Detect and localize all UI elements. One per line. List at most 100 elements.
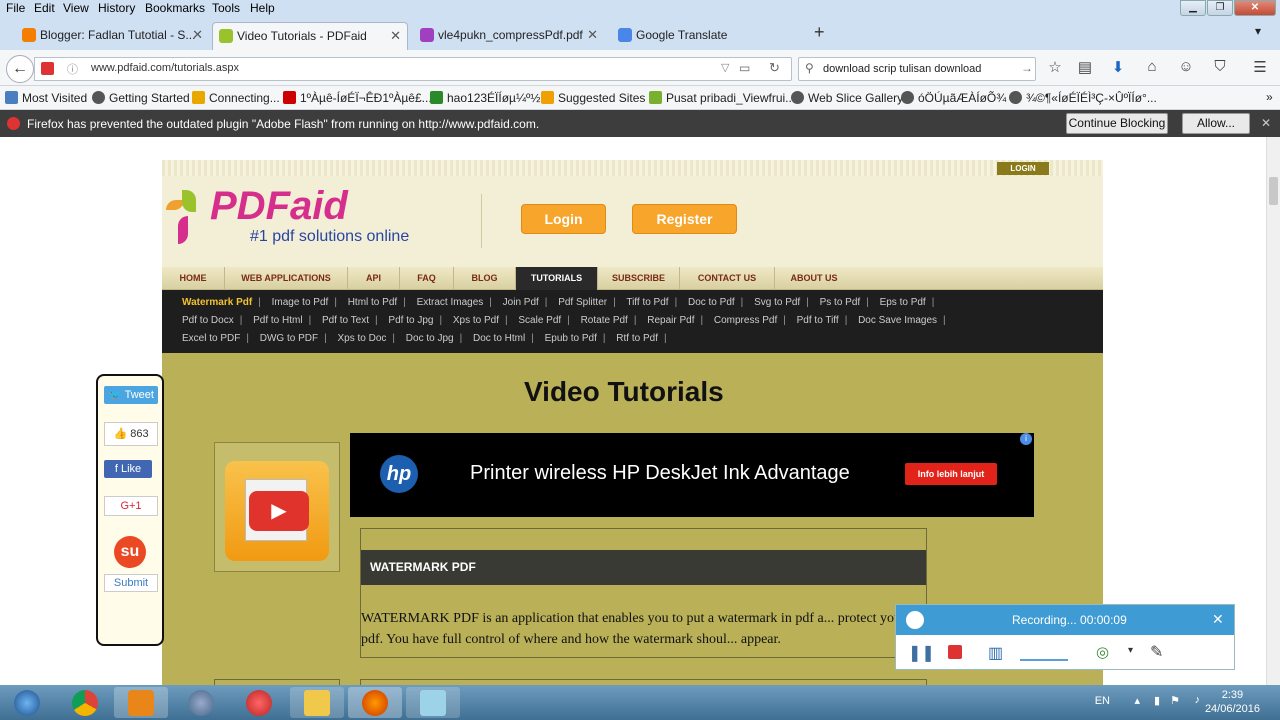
tab-close-icon[interactable]: ✕ — [192, 22, 203, 48]
sub-nav-link[interactable]: Eps to Pdf — [880, 297, 926, 308]
back-button[interactable]: ← — [6, 55, 34, 83]
menu-history[interactable]: History — [98, 1, 135, 15]
sub-nav-link[interactable]: Rotate Pdf — [581, 315, 628, 326]
sub-nav-link[interactable]: Rtf to Pdf — [616, 333, 658, 344]
sub-nav-link[interactable]: Ps to Pdf — [820, 297, 861, 308]
menu-file[interactable]: File — [6, 1, 25, 15]
taskbar-app[interactable] — [348, 687, 402, 718]
url-bar[interactable]: ⓘ www.pdfaid.com/tutorials.aspx ▽ ▭ ↻ — [34, 57, 792, 81]
volume-slider[interactable] — [1020, 643, 1068, 661]
bookmark-item[interactable]: Getting Started — [92, 91, 190, 105]
bookmark-item[interactable]: Connecting... — [192, 91, 280, 105]
menu-bookmarks[interactable]: Bookmarks — [145, 1, 205, 15]
pocket-icon[interactable]: ⛉ — [1210, 58, 1230, 75]
clock[interactable]: 2:39 24/06/2016 — [1205, 688, 1260, 716]
taskbar-app[interactable] — [58, 687, 112, 718]
gplus-button[interactable]: G+1 — [104, 496, 158, 516]
new-tab-icon[interactable]: + — [814, 22, 825, 43]
nav-about-us[interactable]: ABOUT US — [775, 267, 853, 290]
sub-nav-link[interactable]: Pdf to Text — [322, 315, 369, 326]
facebook-like-button[interactable]: f Like — [104, 460, 152, 478]
close-icon[interactable]: ✕ — [1261, 116, 1271, 130]
dropdown-icon[interactable]: ▽ — [721, 61, 729, 74]
sub-nav-link[interactable]: Pdf Splitter — [558, 297, 607, 308]
sub-nav-link[interactable]: Excel to PDF — [182, 333, 240, 344]
tab-list-icon[interactable]: ▾ — [1255, 24, 1261, 38]
bookmark-star-icon[interactable]: ☆ — [1045, 58, 1065, 76]
bookmark-item[interactable]: Pusat pribadi_Viewfrui... — [649, 91, 795, 105]
sub-nav-link[interactable]: Xps to Pdf — [453, 315, 499, 326]
login-button[interactable]: Login — [521, 204, 606, 234]
downloads-icon[interactable]: ⬇ — [1108, 58, 1128, 76]
nav-faq[interactable]: FAQ — [400, 267, 454, 290]
menu-edit[interactable]: Edit — [34, 1, 55, 15]
taskbar-app[interactable] — [290, 687, 344, 718]
menu-help[interactable]: Help — [250, 1, 275, 15]
search-text[interactable]: download scrip tulisan download — [823, 63, 981, 75]
sub-nav-link[interactable]: Pdf to Jpg — [388, 315, 433, 326]
page-scrollbar[interactable] — [1266, 137, 1280, 685]
sub-nav-link[interactable]: Pdf to Html — [253, 315, 302, 326]
network-icon[interactable]: ▮ — [1154, 694, 1160, 707]
nav-api[interactable]: API — [348, 267, 400, 290]
search-go-icon[interactable]: → — [1021, 61, 1033, 75]
continue-blocking-button[interactable]: Continue Blocking — [1066, 113, 1168, 134]
sub-nav-link[interactable]: DWG to PDF — [260, 333, 318, 344]
ad-info-button[interactable]: Info lebih lanjut — [905, 463, 997, 485]
chevron-right-icon[interactable]: » — [1266, 90, 1273, 104]
search-input[interactable]: ⚲ download scrip tulisan download → — [798, 57, 1036, 81]
sub-nav-link[interactable]: Repair Pdf — [647, 315, 694, 326]
bookmark-item[interactable]: hao123ÉÏÍøµ¼º½ — [430, 91, 540, 105]
sub-nav-link[interactable]: Pdf to Tiff — [797, 315, 839, 326]
tab-blogger[interactable]: Blogger: Fadlan Tutotial - S... ✕ — [16, 22, 209, 50]
nav-tutorials[interactable]: TUTORIALS — [516, 267, 598, 290]
bookmark-item[interactable]: Web Slice Gallery — [791, 91, 903, 105]
nav-contact-us[interactable]: CONTACT US — [680, 267, 775, 290]
speaker-icon[interactable]: ♪ — [1195, 694, 1201, 706]
tab-compress-pdf[interactable]: vle4pukn_compressPdf.pdf ✕ — [414, 22, 604, 50]
taskbar-app[interactable] — [232, 687, 286, 718]
hp-advertisement[interactable]: hp Printer wireless HP DeskJet Ink Advan… — [350, 433, 1034, 517]
reload-icon[interactable]: ↻ — [769, 60, 780, 76]
tab-close-icon[interactable]: ✕ — [587, 22, 598, 48]
close-window-icon[interactable]: ✕ — [1234, 0, 1276, 16]
bookmark-item[interactable]: óÖÚµãÆÀÍøÕ¾ — [901, 91, 1006, 105]
sub-nav-link[interactable]: Html to Pdf — [348, 297, 397, 308]
bookmark-item[interactable]: 1ºÀµê-ÍøÉÏ¬ÊÐ1ºÀµê£... — [283, 91, 432, 105]
nav-home[interactable]: HOME — [162, 267, 225, 290]
url-text[interactable]: www.pdfaid.com/tutorials.aspx — [91, 62, 239, 74]
top-login-button[interactable]: LOGIN — [997, 162, 1049, 175]
tray-arrow-icon[interactable]: ▴ — [1134, 694, 1140, 707]
close-icon[interactable]: ✕ — [1212, 611, 1224, 628]
hamburger-menu-icon[interactable]: ☰ — [1250, 58, 1270, 76]
ad-choices-icon[interactable]: i — [1020, 433, 1032, 445]
stumbleupon-icon[interactable]: su — [114, 536, 146, 568]
sub-nav-link[interactable]: Tiff to Pdf — [626, 297, 668, 308]
chevron-down-icon[interactable]: ▾ — [1128, 645, 1133, 656]
sub-nav-link[interactable]: Join Pdf — [503, 297, 539, 308]
sub-nav-link[interactable]: Epub to Pdf — [545, 333, 597, 344]
nav-web-applications[interactable]: WEB APPLICATIONS — [225, 267, 348, 290]
bookmark-item[interactable]: Most Visited — [5, 91, 87, 105]
tab-video-tutorials[interactable]: Video Tutorials - PDFaid ✕ — [212, 22, 408, 50]
webcam-icon[interactable]: ◎ — [1096, 643, 1109, 661]
menu-tools[interactable]: Tools — [212, 1, 240, 15]
tab-close-icon[interactable]: ✕ — [390, 23, 401, 49]
sub-nav-link[interactable]: Svg to Pdf — [754, 297, 800, 308]
tweet-button[interactable]: 🐦 Tweet — [104, 386, 158, 404]
nav-blog[interactable]: BLOG — [454, 267, 516, 290]
pen-icon[interactable]: ✎ — [1150, 642, 1163, 662]
sub-nav-link[interactable]: Xps to Doc — [337, 333, 386, 344]
sub-nav-link[interactable]: Pdf to Docx — [182, 315, 234, 326]
taskbar-app[interactable] — [174, 687, 228, 718]
sub-nav-link[interactable]: Doc Save Images — [858, 315, 937, 326]
pause-icon[interactable]: ❚❚ — [908, 643, 935, 663]
bookmark-item[interactable]: Suggested Sites — [541, 91, 645, 105]
home-icon[interactable]: ⌂ — [1142, 58, 1162, 75]
bookmarks-list-icon[interactable]: ▤ — [1075, 58, 1095, 76]
sub-nav-link[interactable]: Doc to Html — [473, 333, 525, 344]
taskbar-app[interactable] — [114, 687, 168, 718]
taskbar-app[interactable] — [406, 687, 460, 718]
info-icon[interactable]: ⓘ — [67, 61, 78, 77]
stop-icon[interactable] — [948, 645, 962, 659]
